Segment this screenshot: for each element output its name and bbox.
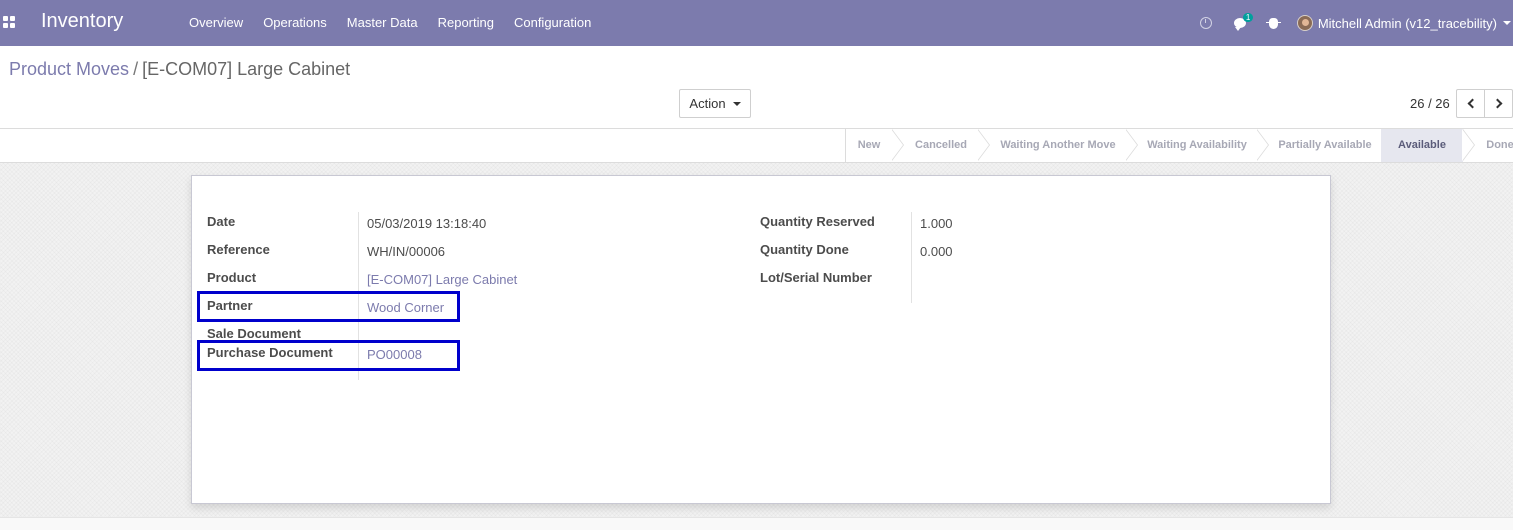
status-cancelled[interactable]: Cancelled [904,129,978,162]
breadcrumb: Product Moves / [E-COM07] Large Cabinet [9,59,350,80]
menu-operations[interactable]: Operations [253,0,337,46]
user-menu[interactable]: Mitchell Admin (v12_tracebility) [1291,0,1513,46]
purchase-document-highlight-box [197,340,460,371]
top-navbar: Inventory Overview Operations Master Dat… [0,0,1513,46]
main-menu: Overview Operations Master Data Reportin… [179,0,601,46]
action-dropdown-button[interactable]: Action [679,89,751,118]
apps-grid-icon[interactable] [3,16,15,28]
date-label: Date [207,214,236,229]
breadcrumb-current: [E-COM07] Large Cabinet [142,59,351,79]
activity-button[interactable] [1189,0,1223,46]
reference-label: Reference [207,242,270,257]
product-label: Product [207,270,257,285]
breadcrumb-product-moves[interactable]: Product Moves [9,59,129,79]
menu-configuration[interactable]: Configuration [504,0,601,46]
partner-highlight-box [197,291,460,322]
avatar [1296,15,1313,31]
reference-value: WH/IN/00006 [367,244,446,259]
lot-serial-label: Lot/Serial Number [760,270,872,285]
messaging-button[interactable]: 1 [1223,0,1257,46]
group-divider [911,212,912,303]
debug-button[interactable] [1257,0,1291,46]
menu-overview[interactable]: Overview [179,0,253,46]
product-link[interactable]: [E-COM07] Large Cabinet [367,272,517,287]
quantity-reserved-label: Quantity Reserved [760,214,875,229]
status-waiting-another-move[interactable]: Waiting Another Move [990,129,1126,162]
status-new[interactable]: New [846,129,892,162]
quantity-done-value: 0.000 [920,244,953,259]
form-sheet: Date 05/03/2019 13:18:40 Reference WH/IN… [191,175,1331,504]
chevron-left-icon [1467,98,1477,109]
quantity-reserved-value: 1.000 [920,216,953,231]
sale-document-label: Sale Document [207,326,301,341]
menu-reporting[interactable]: Reporting [428,0,504,46]
control-panel: Product Moves / [E-COM07] Large Cabinet Ac… [0,46,1513,129]
pager-previous-button[interactable] [1456,89,1485,118]
user-name: Mitchell Admin (v12_tracebility) [1317,15,1497,31]
breadcrumb-separator: / [133,59,139,79]
quantity-done-label: Quantity Done [760,242,849,257]
pager-value[interactable]: 26 / 26 [1410,96,1450,111]
chevron-right-icon [1492,98,1502,109]
date-value: 05/03/2019 13:18:40 [367,216,487,231]
chat-counter-badge: 1 [1242,13,1254,22]
bug-icon [1266,17,1282,29]
status-available[interactable]: Available [1381,129,1463,162]
status-partially-available[interactable]: Partially Available [1269,129,1381,162]
action-label: Action [689,96,726,111]
status-waiting-availability[interactable]: Waiting Availability [1138,129,1256,162]
caret-down-icon [732,101,741,106]
statusbar: New Cancelled Waiting Another Move Waiti… [0,129,1513,163]
menu-master-data[interactable]: Master Data [337,0,428,46]
caret-down-icon [1503,21,1511,25]
clock-icon [1199,17,1212,29]
status-done[interactable]: Done [1475,129,1513,162]
bottom-strip [0,517,1513,530]
app-title[interactable]: Inventory [41,10,123,33]
systray: 1 Mitchell Admin (v12_tracebility) [1189,0,1513,46]
form-background: Date 05/03/2019 13:18:40 Reference WH/IN… [0,163,1513,517]
pager-next-button[interactable] [1484,89,1513,118]
